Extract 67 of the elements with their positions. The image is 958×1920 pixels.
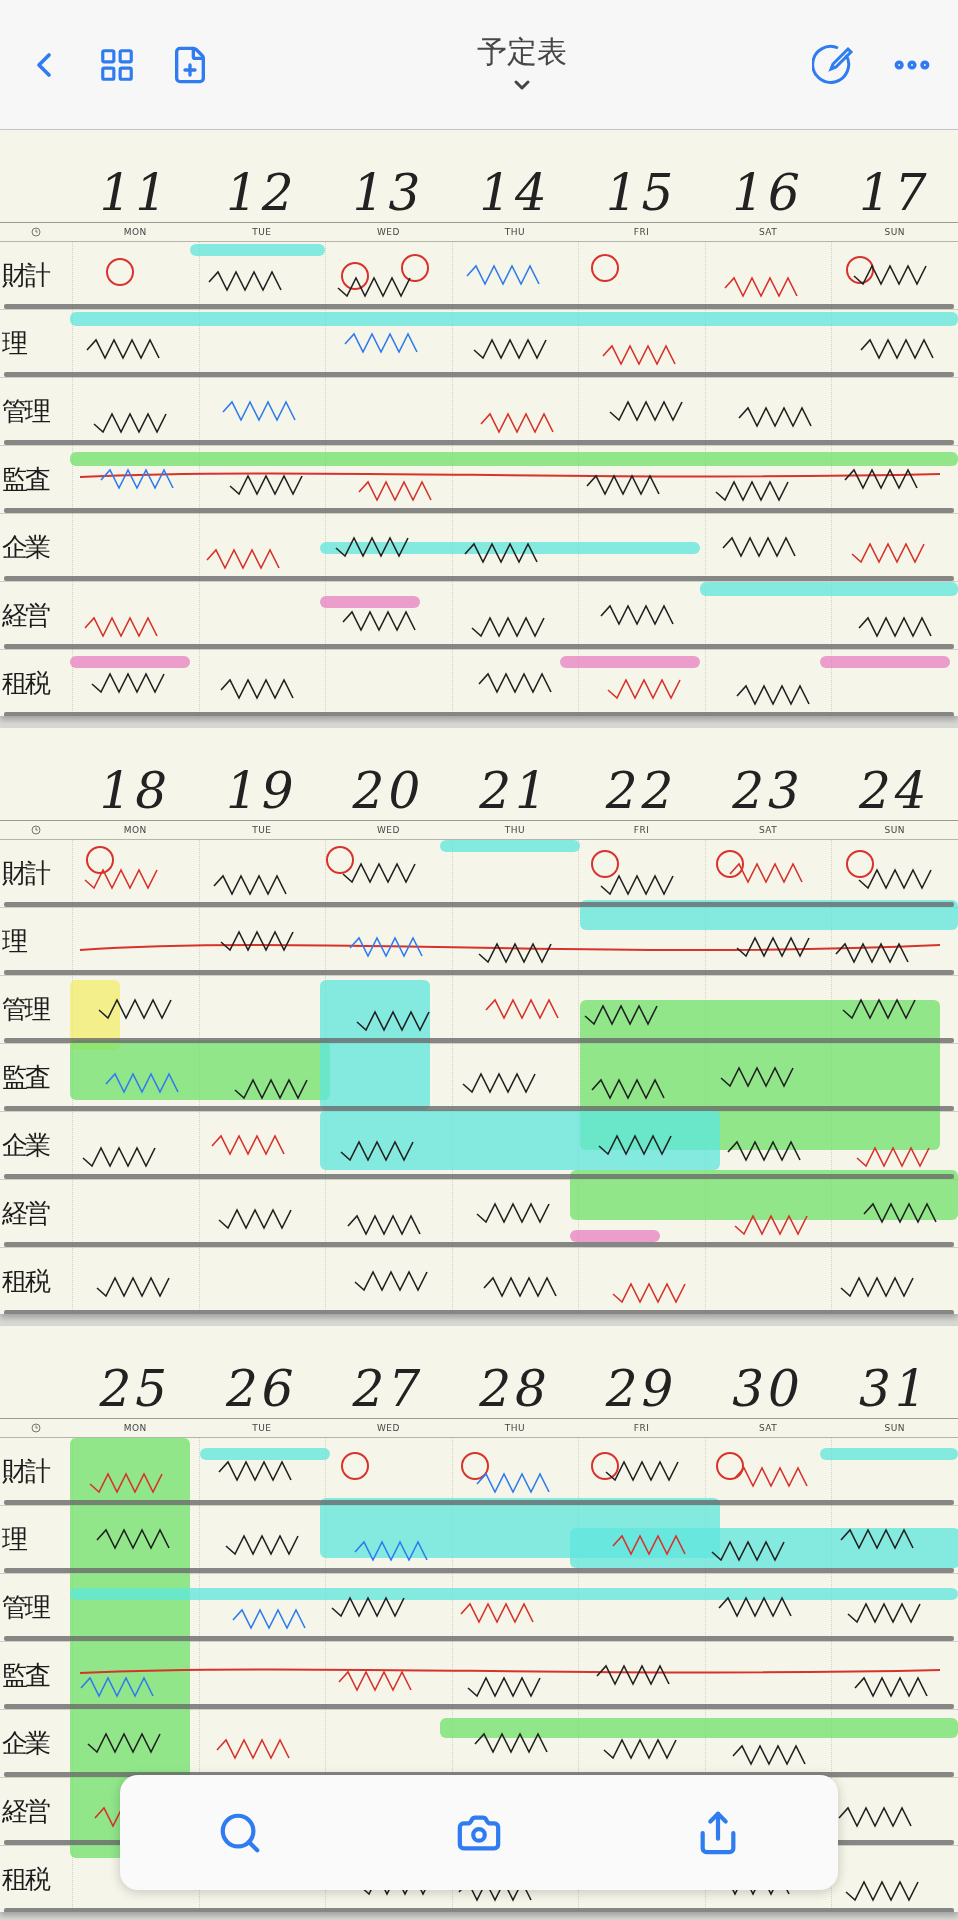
date-number: 19 — [226, 766, 298, 816]
date-number: 20 — [352, 766, 425, 816]
date-number: 28 — [479, 1364, 551, 1414]
subject-label: 管理 — [1, 1591, 50, 1624]
date-number: 30 — [732, 1364, 804, 1414]
clock-icon — [31, 825, 41, 835]
date-number: 22 — [605, 766, 678, 816]
weekday-label: SUN — [884, 227, 905, 237]
date-number: 27 — [352, 1364, 425, 1414]
subject-label: 財計 — [1, 1455, 50, 1488]
date-number: 18 — [99, 766, 172, 816]
document-title[interactable]: 予定表 — [477, 32, 567, 73]
weekday-label: THU — [504, 1423, 526, 1433]
weekday-label: FRI — [633, 227, 650, 237]
date-number: 15 — [605, 168, 678, 218]
weekday-label: MON — [123, 825, 147, 835]
weekday-label: SAT — [758, 1423, 778, 1433]
subject-label: 理 — [1, 327, 27, 360]
subject-label: 財計 — [1, 857, 50, 890]
subject-label: 監査 — [1, 463, 50, 496]
weekday-label: TUE — [252, 1423, 272, 1433]
clock-icon — [31, 1423, 41, 1433]
subject-label: 租税 — [1, 1863, 50, 1896]
subject-label: 租税 — [1, 667, 50, 700]
subject-label: 理 — [1, 925, 27, 958]
weekday-label: WED — [376, 1423, 400, 1433]
date-number: 12 — [226, 168, 298, 218]
weekday-label: SUN — [884, 825, 905, 835]
subject-label: 監査 — [1, 1659, 50, 1692]
weekday-label: SUN — [884, 1423, 905, 1433]
date-number: 23 — [732, 766, 804, 816]
weekday-label: TUE — [252, 227, 272, 237]
weekday-label: FRI — [633, 1423, 650, 1433]
date-number: 21 — [479, 766, 551, 816]
weekday-label: WED — [376, 825, 400, 835]
weekday-label: TUE — [252, 825, 272, 835]
subject-label: 監査 — [1, 1061, 50, 1094]
date-number: 11 — [99, 168, 172, 218]
date-number: 17 — [858, 168, 931, 218]
weekday-label: FRI — [633, 825, 650, 835]
subject-label: 経営 — [1, 1795, 50, 1828]
subject-label: 財計 — [1, 259, 50, 292]
date-number: 14 — [479, 168, 551, 218]
subject-label: 理 — [1, 1523, 27, 1556]
date-number: 25 — [99, 1364, 172, 1414]
subject-label: 管理 — [1, 395, 50, 428]
weekday-label: SAT — [758, 227, 778, 237]
weekday-label: SAT — [758, 825, 778, 835]
subject-label: 管理 — [1, 993, 50, 1026]
weekday-label: MON — [123, 227, 147, 237]
date-number: 29 — [605, 1364, 678, 1414]
date-number: 13 — [352, 168, 425, 218]
clock-icon — [31, 227, 41, 237]
date-number: 16 — [732, 168, 804, 218]
weekday-label: THU — [504, 227, 526, 237]
weekday-label: WED — [376, 227, 400, 237]
subject-label: 企業 — [1, 1727, 50, 1760]
subject-label: 企業 — [1, 531, 50, 564]
weekday-label: THU — [504, 825, 526, 835]
date-number: 24 — [858, 766, 931, 816]
date-number: 31 — [858, 1364, 931, 1414]
subject-label: 租税 — [1, 1265, 50, 1298]
subject-label: 経営 — [1, 599, 50, 632]
subject-label: 企業 — [1, 1129, 50, 1162]
subject-label: 経営 — [1, 1197, 50, 1230]
weekday-label: MON — [123, 1423, 147, 1433]
date-number: 26 — [226, 1364, 298, 1414]
